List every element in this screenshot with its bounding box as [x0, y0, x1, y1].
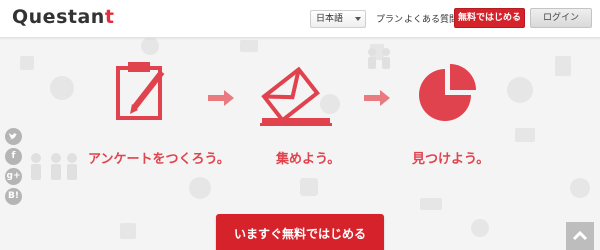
pencil-clipboard-icon [116, 62, 165, 120]
nav-plan-link[interactable]: プラン [376, 12, 403, 25]
scroll-to-top-button[interactable] [566, 222, 594, 250]
start-now-free-button[interactable]: いますぐ無料ではじめる [216, 214, 384, 250]
hatena-icon: B! [8, 191, 19, 201]
questant-logo[interactable]: Questant [12, 6, 114, 28]
arrow-right-icon [208, 90, 234, 106]
logo-accent: t [104, 6, 115, 28]
chevron-down-icon [355, 17, 361, 21]
chevron-up-icon [572, 230, 588, 241]
nav-faq-link[interactable]: よくある質問 [404, 12, 458, 25]
twitter-icon [9, 133, 17, 140]
facebook-share-button[interactable]: f [5, 148, 22, 165]
site-header: Questant 日本語 プラン よくある質問 無料ではじめる ログイン [0, 0, 600, 38]
language-select[interactable]: 日本語 [310, 10, 366, 28]
arrow-right-icon [364, 90, 390, 106]
logo-text: Questan [12, 6, 105, 28]
step-collect-label: 集めよう。 [276, 152, 341, 167]
step-create-label: アンケートをつくろう。 [88, 152, 230, 167]
hatena-bookmark-button[interactable]: B! [5, 188, 22, 205]
step-find-label: 見つけよう。 [412, 152, 490, 167]
hero-section: アンケートをつくろう。 集めよう。 見つけよう。 f g+ B! いますぐ無料で… [0, 38, 600, 250]
googleplus-icon: g+ [6, 171, 21, 181]
envelope-tray-icon [260, 66, 332, 126]
twitter-share-button[interactable] [5, 128, 22, 145]
start-free-button[interactable]: 無料ではじめる [454, 8, 525, 28]
googleplus-share-button[interactable]: g+ [5, 168, 22, 185]
language-selected: 日本語 [316, 14, 344, 24]
facebook-icon: f [11, 151, 16, 161]
pie-chart-icon [419, 64, 476, 121]
login-button[interactable]: ログイン [530, 8, 592, 28]
